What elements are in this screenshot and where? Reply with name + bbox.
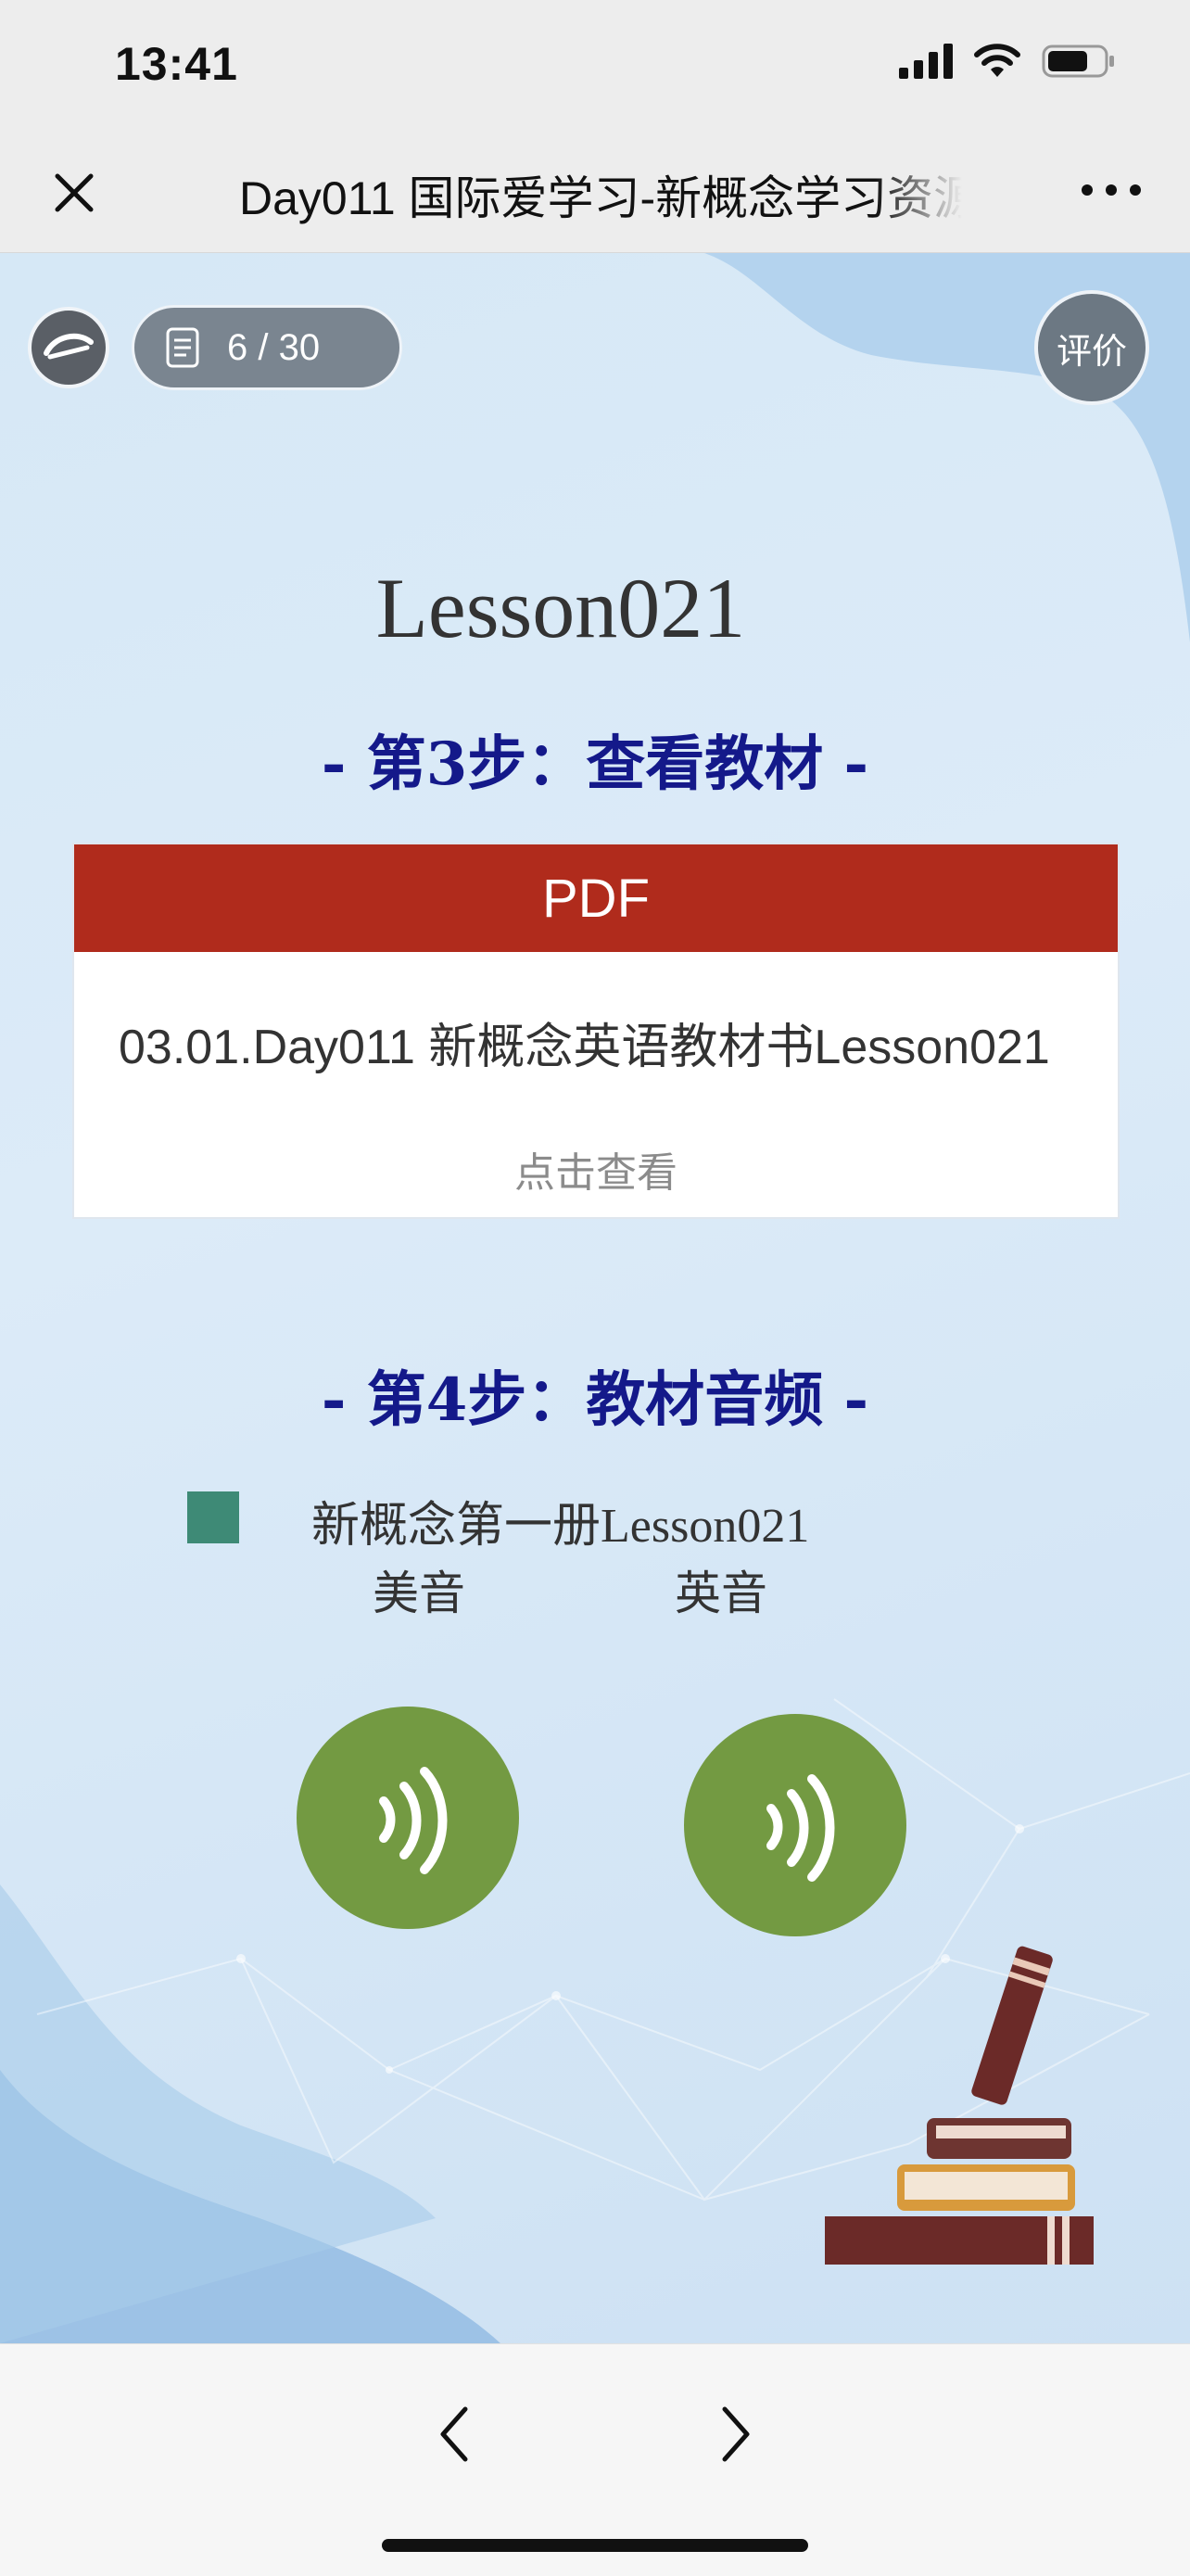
nav-bar: Day011 国际爱学习-新概念学习资源	[0, 130, 1190, 253]
page-indicator[interactable]: 6 / 30	[132, 305, 402, 390]
sound-wave-icon	[379, 1767, 448, 1874]
step3-heading: - 第3步：查看教材 -	[321, 730, 869, 799]
audio-label-us: 美音	[373, 1567, 465, 1620]
rate-button[interactable]: 评价	[1034, 290, 1149, 405]
audio-label-uk: 英音	[675, 1567, 767, 1620]
cellular-signal-icon	[899, 44, 953, 79]
bottom-toolbar	[0, 2343, 1190, 2576]
close-icon[interactable]	[44, 163, 104, 222]
pdf-card[interactable]: PDF 03.01.Day011 新概念英语教材书Lesson021 点击查看	[74, 844, 1118, 1217]
status-icons	[899, 43, 1116, 80]
status-time: 13:41	[115, 38, 238, 90]
page-indicator-text: 6 / 30	[227, 326, 321, 368]
document-icon	[166, 327, 199, 368]
battery-icon	[1042, 44, 1114, 78]
content-area: 6 / 30 评价 Lesson021 - 第3步：查看教材 - PDF 03.…	[0, 253, 1190, 2343]
sound-wave-icon	[766, 1774, 835, 1882]
audio-square-marker	[187, 1491, 239, 1543]
account-avatar[interactable]	[28, 307, 109, 388]
audio-title: 新概念第一册Lesson021	[311, 1500, 810, 1553]
books-illustration	[825, 1946, 1094, 2265]
chevron-right-icon[interactable]	[715, 2402, 756, 2467]
pdf-view-link[interactable]: 点击查看	[74, 1139, 1118, 1199]
play-us-audio-button[interactable]	[297, 1707, 519, 1929]
more-icon[interactable]	[1079, 176, 1144, 204]
wifi-icon	[974, 44, 1020, 77]
chevron-left-icon[interactable]	[434, 2402, 475, 2467]
status-bar: 13:41	[0, 0, 1190, 130]
pdf-filename: 03.01.Day011 新概念英语教材书Lesson021	[119, 1021, 1050, 1074]
pdf-header: PDF	[74, 844, 1118, 952]
logo-icon	[44, 333, 94, 360]
nav-title: Day011 国际爱学习-新概念学习资源	[239, 172, 962, 224]
home-indicator	[382, 2539, 808, 2552]
step4-heading: - 第4步：教材音频 -	[321, 1365, 869, 1435]
play-uk-audio-button[interactable]	[684, 1714, 906, 1936]
lesson-title: Lesson021	[375, 561, 746, 655]
